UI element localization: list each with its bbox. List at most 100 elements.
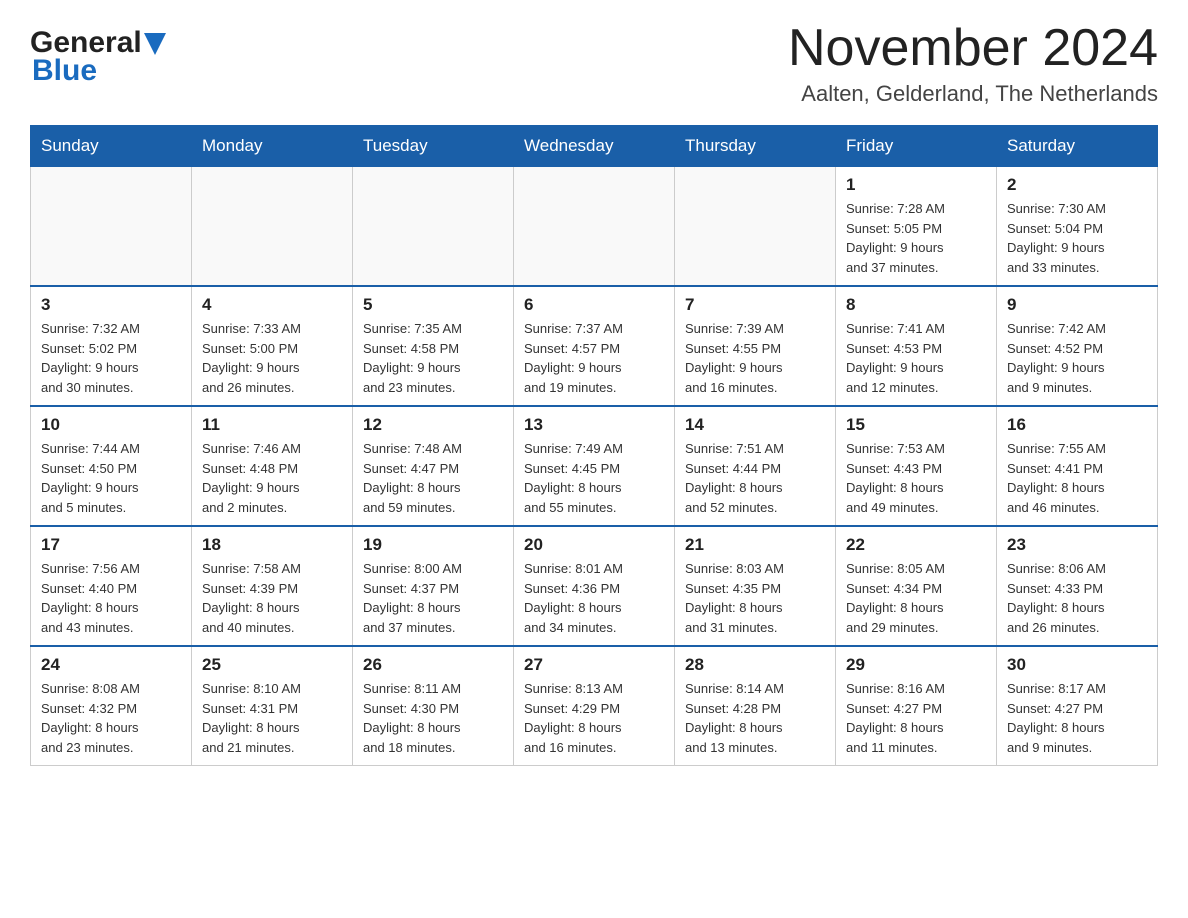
calendar-cell [353,167,514,287]
calendar-cell: 7 Sunrise: 7:39 AMSunset: 4:55 PMDaylight… [675,286,836,406]
day-info: Sunrise: 7:39 AMSunset: 4:55 PMDaylight:… [685,319,825,397]
day-info: Sunrise: 7:42 AMSunset: 4:52 PMDaylight:… [1007,319,1147,397]
day-info: Sunrise: 7:51 AMSunset: 4:44 PMDaylight:… [685,439,825,517]
header-monday: Monday [192,126,353,167]
calendar-cell: 16Sunrise: 7:55 AMSunset: 4:41 PMDayligh… [997,406,1158,526]
day-number: 25 [202,655,342,675]
day-info: Sunrise: 8:01 AMSunset: 4:36 PMDaylight:… [524,559,664,637]
calendar-cell: 20 Sunrise: 8:01 AMSunset: 4:36 PMDayligh… [514,526,675,646]
day-number: 13 [524,415,664,435]
calendar-cell: 3 Sunrise: 7:32 AMSunset: 5:02 PMDaylight… [31,286,192,406]
calendar-cell: 11 Sunrise: 7:46 AMSunset: 4:48 PMDayligh… [192,406,353,526]
day-info: Sunrise: 8:06 AMSunset: 4:33 PMDaylight:… [1007,559,1147,637]
day-number: 3 [41,295,181,315]
calendar-cell [675,167,836,287]
calendar-cell: 10 Sunrise: 7:44 AMSunset: 4:50 PMDayligh… [31,406,192,526]
day-info: Sunrise: 7:35 AMSunset: 4:58 PMDaylight:… [363,319,503,397]
day-number: 30 [1007,655,1147,675]
day-number: 12 [363,415,503,435]
day-info: Sunrise: 7:48 AMSunset: 4:47 PMDaylight:… [363,439,503,517]
day-info: Sunrise: 7:46 AMSunset: 4:48 PMDaylight:… [202,439,342,517]
day-number: 24 [41,655,181,675]
calendar-cell: 28Sunrise: 8:14 AMSunset: 4:28 PMDayligh… [675,646,836,766]
title-area: November 2024 Aalten, Gelderland, The Ne… [788,20,1158,107]
calendar-cell [514,167,675,287]
day-number: 26 [363,655,503,675]
day-number: 18 [202,535,342,555]
calendar-cell: 27 Sunrise: 8:13 AMSunset: 4:29 PMDayligh… [514,646,675,766]
day-number: 14 [685,415,825,435]
calendar-cell: 5 Sunrise: 7:35 AMSunset: 4:58 PMDaylight… [353,286,514,406]
day-number: 15 [846,415,986,435]
calendar-cell: 1 Sunrise: 7:28 AMSunset: 5:05 PMDaylight… [836,167,997,287]
day-info: Sunrise: 7:33 AMSunset: 5:00 PMDaylight:… [202,319,342,397]
day-info: Sunrise: 7:55 AMSunset: 4:41 PMDaylight:… [1007,439,1147,517]
calendar-cell: 24Sunrise: 8:08 AMSunset: 4:32 PMDayligh… [31,646,192,766]
day-number: 8 [846,295,986,315]
calendar-cell [31,167,192,287]
day-number: 2 [1007,175,1147,195]
day-info: Sunrise: 8:11 AMSunset: 4:30 PMDaylight:… [363,679,503,757]
day-info: Sunrise: 7:53 AMSunset: 4:43 PMDaylight:… [846,439,986,517]
day-number: 6 [524,295,664,315]
header-friday: Friday [836,126,997,167]
day-info: Sunrise: 7:30 AMSunset: 5:04 PMDaylight:… [1007,199,1147,277]
day-number: 27 [524,655,664,675]
week-row-1: 1 Sunrise: 7:28 AMSunset: 5:05 PMDaylight… [31,167,1158,287]
calendar-cell: 4 Sunrise: 7:33 AMSunset: 5:00 PMDaylight… [192,286,353,406]
day-info: Sunrise: 7:32 AMSunset: 5:02 PMDaylight:… [41,319,181,397]
calendar-cell: 8 Sunrise: 7:41 AMSunset: 4:53 PMDaylight… [836,286,997,406]
day-number: 22 [846,535,986,555]
calendar-cell [192,167,353,287]
day-number: 19 [363,535,503,555]
header-thursday: Thursday [675,126,836,167]
day-info: Sunrise: 8:17 AMSunset: 4:27 PMDaylight:… [1007,679,1147,757]
calendar-cell: 9 Sunrise: 7:42 AMSunset: 4:52 PMDaylight… [997,286,1158,406]
day-info: Sunrise: 7:49 AMSunset: 4:45 PMDaylight:… [524,439,664,517]
calendar-cell: 26 Sunrise: 8:11 AMSunset: 4:30 PMDayligh… [353,646,514,766]
calendar-cell: 19 Sunrise: 8:00 AMSunset: 4:37 PMDayligh… [353,526,514,646]
calendar-cell: 21Sunrise: 8:03 AMSunset: 4:35 PMDayligh… [675,526,836,646]
header-wednesday: Wednesday [514,126,675,167]
week-row-4: 17Sunrise: 7:56 AMSunset: 4:40 PMDayligh… [31,526,1158,646]
day-info: Sunrise: 8:13 AMSunset: 4:29 PMDaylight:… [524,679,664,757]
week-row-3: 10 Sunrise: 7:44 AMSunset: 4:50 PMDayligh… [31,406,1158,526]
day-number: 28 [685,655,825,675]
day-number: 11 [202,415,342,435]
logo-text-blue: Blue [32,54,97,88]
week-row-5: 24Sunrise: 8:08 AMSunset: 4:32 PMDayligh… [31,646,1158,766]
day-number: 20 [524,535,664,555]
calendar-cell: 25 Sunrise: 8:10 AMSunset: 4:31 PMDayligh… [192,646,353,766]
calendar-cell: 30 Sunrise: 8:17 AMSunset: 4:27 PMDayligh… [997,646,1158,766]
day-info: Sunrise: 7:28 AMSunset: 5:05 PMDaylight:… [846,199,986,277]
day-number: 5 [363,295,503,315]
day-number: 7 [685,295,825,315]
day-number: 4 [202,295,342,315]
calendar-cell: 18 Sunrise: 7:58 AMSunset: 4:39 PMDayligh… [192,526,353,646]
day-number: 21 [685,535,825,555]
day-number: 9 [1007,295,1147,315]
calendar-cell: 14 Sunrise: 7:51 AMSunset: 4:44 PMDayligh… [675,406,836,526]
day-number: 10 [41,415,181,435]
day-info: Sunrise: 8:10 AMSunset: 4:31 PMDaylight:… [202,679,342,757]
header-saturday: Saturday [997,126,1158,167]
calendar-cell: 2 Sunrise: 7:30 AMSunset: 5:04 PMDaylight… [997,167,1158,287]
calendar-cell: 6 Sunrise: 7:37 AMSunset: 4:57 PMDaylight… [514,286,675,406]
day-info: Sunrise: 8:16 AMSunset: 4:27 PMDaylight:… [846,679,986,757]
day-info: Sunrise: 7:58 AMSunset: 4:39 PMDaylight:… [202,559,342,637]
calendar-cell: 12 Sunrise: 7:48 AMSunset: 4:47 PMDayligh… [353,406,514,526]
logo: General Blue [30,20,166,88]
day-number: 17 [41,535,181,555]
day-info: Sunrise: 7:41 AMSunset: 4:53 PMDaylight:… [846,319,986,397]
day-info: Sunrise: 8:00 AMSunset: 4:37 PMDaylight:… [363,559,503,637]
header-sunday: Sunday [31,126,192,167]
day-info: Sunrise: 7:37 AMSunset: 4:57 PMDaylight:… [524,319,664,397]
calendar-title: November 2024 [788,20,1158,77]
calendar-cell: 17Sunrise: 7:56 AMSunset: 4:40 PMDayligh… [31,526,192,646]
week-row-2: 3 Sunrise: 7:32 AMSunset: 5:02 PMDaylight… [31,286,1158,406]
day-info: Sunrise: 7:44 AMSunset: 4:50 PMDaylight:… [41,439,181,517]
calendar-cell: 23Sunrise: 8:06 AMSunset: 4:33 PMDayligh… [997,526,1158,646]
calendar-cell: 22Sunrise: 8:05 AMSunset: 4:34 PMDayligh… [836,526,997,646]
day-number: 1 [846,175,986,195]
calendar-cell: 29Sunrise: 8:16 AMSunset: 4:27 PMDayligh… [836,646,997,766]
